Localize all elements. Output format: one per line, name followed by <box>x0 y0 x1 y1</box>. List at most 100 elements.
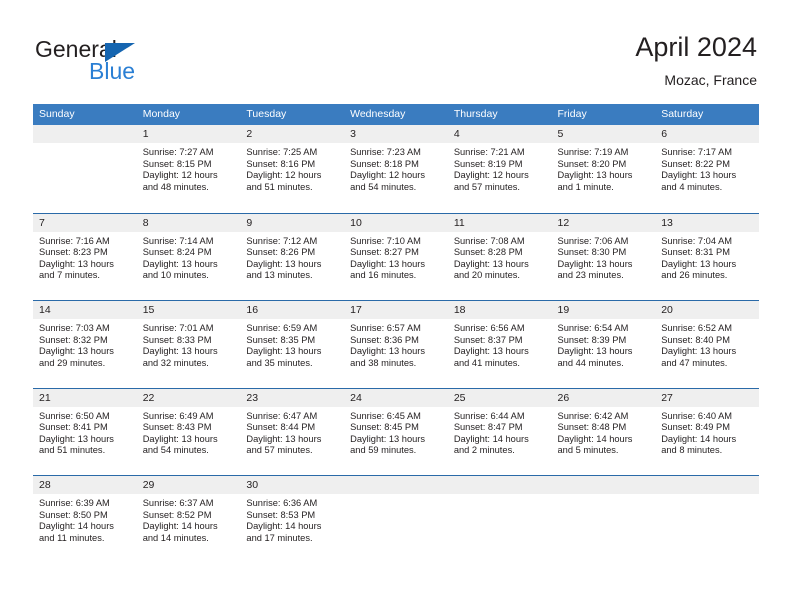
day-cell[interactable]: 1 Sunrise: 7:27 AM Sunset: 8:15 PM Daylight… <box>136 125 241 213</box>
day-cell[interactable]: 24 Sunrise: 6:45 AM Sunset: 8:45 PM Dayligh… <box>344 388 448 475</box>
day-detail-line: and 44 minutes. <box>557 357 624 368</box>
day-detail-line: Sunset: 8:41 PM <box>39 422 108 433</box>
day-cell[interactable]: 8 Sunrise: 7:14 AM Sunset: 8:24 PM Daylight… <box>136 213 241 300</box>
day-detail-line: Daylight: 14 hours <box>246 521 322 532</box>
day-cell[interactable]: 16 Sunrise: 6:59 AM Sunset: 8:35 PM Dayligh… <box>240 301 345 388</box>
day-cell-empty <box>33 125 137 213</box>
day-detail-line: Daylight: 13 hours <box>39 346 114 357</box>
day-detail-line: Daylight: 13 hours <box>246 433 322 444</box>
day-number: 12 <box>557 216 570 229</box>
day-detail-line: Sunset: 8:44 PM <box>246 422 316 433</box>
day-number-band: 13 <box>655 213 759 232</box>
day-detail-line: and 23 minutes. <box>557 270 624 281</box>
day-details: Sunrise: 6:47 AM Sunset: 8:44 PM Daylight:… <box>240 407 344 457</box>
day-number: 18 <box>453 304 466 316</box>
day-details: Sunrise: 7:08 AM Sunset: 8:28 PM Daylight:… <box>448 232 552 282</box>
day-number: 26 <box>557 391 570 404</box>
day-cell[interactable]: 2 Sunrise: 7:25 AM Sunset: 8:16 PM Daylight… <box>240 125 345 213</box>
day-cell[interactable]: 20 Sunrise: 6:52 AM Sunset: 8:40 PM Dayligh… <box>655 301 759 388</box>
day-cell[interactable]: 21 Sunrise: 6:50 AM Sunset: 8:41 PM Dayligh… <box>33 388 137 475</box>
weekday-header-wednesday: Wednesday <box>350 108 406 120</box>
day-number: 1 <box>142 128 149 140</box>
day-detail-line: Daylight: 14 hours <box>557 433 633 444</box>
day-details: Sunrise: 7:17 AM Sunset: 8:22 PM Daylight:… <box>655 143 759 193</box>
day-cell[interactable]: 17 Sunrise: 6:57 AM Sunset: 8:36 PM Dayligh… <box>344 301 448 388</box>
day-detail-line: Sunrise: 6:59 AM <box>246 323 318 333</box>
day-detail-line: Sunrise: 7:06 AM <box>557 235 629 246</box>
day-details: Sunrise: 6:40 AM Sunset: 8:49 PM Daylight:… <box>655 407 759 457</box>
day-detail-line: Sunset: 8:19 PM <box>453 158 523 169</box>
day-cell[interactable]: 29 Sunrise: 6:37 AM Sunset: 8:52 PM Dayligh… <box>136 476 241 563</box>
day-detail-line: and 2 minutes. <box>453 445 515 456</box>
day-number-band <box>33 125 137 143</box>
day-cell[interactable]: 23 Sunrise: 6:47 AM Sunset: 8:44 PM Dayligh… <box>240 388 345 475</box>
day-detail-line: Daylight: 13 hours <box>661 346 737 357</box>
day-details: Sunrise: 7:06 AM Sunset: 8:30 PM Daylight:… <box>552 232 656 282</box>
day-detail-line: Daylight: 13 hours <box>39 433 114 444</box>
day-cell[interactable]: 13 Sunrise: 7:04 AM Sunset: 8:31 PM Dayligh… <box>655 213 759 300</box>
day-cell[interactable]: 15 Sunrise: 7:01 AM Sunset: 8:33 PM Dayligh… <box>136 301 241 388</box>
day-cell[interactable]: 11 Sunrise: 7:08 AM Sunset: 8:28 PM Dayligh… <box>447 213 552 300</box>
day-number-band: 18 <box>447 301 552 319</box>
page-header: General Blue April 2024 Mozac, France <box>0 0 792 104</box>
day-details: Sunrise: 6:42 AM Sunset: 8:48 PM Daylight:… <box>552 407 656 457</box>
day-cell[interactable]: 27 Sunrise: 6:40 AM Sunset: 8:49 PM Dayligh… <box>655 388 759 475</box>
day-detail-line: and 7 minutes. <box>39 270 100 281</box>
day-number-band: 6 <box>655 125 759 143</box>
day-cell[interactable]: 9 Sunrise: 7:12 AM Sunset: 8:26 PM Daylight… <box>240 213 345 300</box>
general-blue-logo[interactable]: General Blue <box>35 36 255 86</box>
day-cell[interactable]: 25 Sunrise: 6:44 AM Sunset: 8:47 PM Dayligh… <box>447 388 552 475</box>
day-details: Sunrise: 7:27 AM Sunset: 8:15 PM Daylight:… <box>137 143 241 193</box>
day-number: 7 <box>39 216 45 229</box>
day-detail-line: and 57 minutes. <box>246 445 313 456</box>
day-number-band: 15 <box>136 301 241 319</box>
day-detail-line: Sunset: 8:18 PM <box>350 158 419 169</box>
day-cell[interactable]: 4 Sunrise: 7:21 AM Sunset: 8:19 PM Daylight… <box>447 125 552 213</box>
page-title: April 2024 <box>635 32 757 62</box>
day-cell[interactable]: 14 Sunrise: 7:03 AM Sunset: 8:32 PM Dayligh… <box>33 301 137 388</box>
day-number-band: 27 <box>655 388 759 407</box>
day-cell[interactable]: 10 Sunrise: 7:10 AM Sunset: 8:27 PM Dayligh… <box>344 213 448 300</box>
day-details: Sunrise: 6:56 AM Sunset: 8:37 PM Daylight:… <box>448 319 552 369</box>
day-number: 6 <box>661 128 668 140</box>
day-detail-line: Sunrise: 6:49 AM <box>142 410 214 421</box>
day-number-band: 9 <box>240 213 345 232</box>
day-number-band: 8 <box>136 213 241 232</box>
weekday-header-tuesday: Tuesday <box>246 108 287 120</box>
day-detail-line: Daylight: 13 hours <box>246 346 322 357</box>
day-cell[interactable]: 3 Sunrise: 7:23 AM Sunset: 8:18 PM Daylight… <box>344 125 448 213</box>
day-number: 28 <box>39 479 51 491</box>
title-block: April 2024 Mozac, France <box>635 32 757 88</box>
day-cell[interactable]: 26 Sunrise: 6:42 AM Sunset: 8:48 PM Dayligh… <box>551 388 656 475</box>
logo-text-blue: Blue <box>89 58 136 84</box>
day-cell[interactable]: 6 Sunrise: 7:17 AM Sunset: 8:22 PM Daylight… <box>655 125 759 213</box>
day-detail-line: and 35 minutes. <box>246 357 313 368</box>
day-details: Sunrise: 7:10 AM Sunset: 8:27 PM Daylight:… <box>344 232 448 282</box>
day-detail-line: and 8 minutes. <box>661 445 723 456</box>
day-details: Sunrise: 6:50 AM Sunset: 8:41 PM Daylight:… <box>33 407 137 457</box>
day-detail-line: Sunset: 8:31 PM <box>661 247 730 258</box>
day-cell[interactable]: 19 Sunrise: 6:54 AM Sunset: 8:39 PM Dayligh… <box>551 301 656 388</box>
day-cell[interactable]: 7 Sunrise: 7:16 AM Sunset: 8:23 PM Daylight… <box>33 213 137 300</box>
day-cell[interactable]: 12 Sunrise: 7:06 AM Sunset: 8:30 PM Dayligh… <box>551 213 656 300</box>
day-detail-line: and 4 minutes. <box>661 181 723 192</box>
day-detail-line: Sunset: 8:24 PM <box>142 247 212 258</box>
day-detail-line: Sunrise: 6:44 AM <box>453 410 525 421</box>
day-detail-line: Sunrise: 7:08 AM <box>453 235 525 246</box>
day-detail-line: Sunset: 8:43 PM <box>142 422 212 433</box>
day-number: 13 <box>661 216 673 229</box>
day-detail-line: Sunrise: 6:56 AM <box>453 323 525 333</box>
day-detail-line: Daylight: 12 hours <box>246 170 322 181</box>
day-detail-line: and 1 minute. <box>557 181 614 192</box>
day-details: Sunrise: 7:25 AM Sunset: 8:16 PM Daylight:… <box>240 143 344 193</box>
day-cell[interactable]: 28 Sunrise: 6:39 AM Sunset: 8:50 PM Dayligh… <box>33 476 137 563</box>
day-detail-line: Daylight: 14 hours <box>661 433 737 444</box>
day-cell[interactable]: 18 Sunrise: 6:56 AM Sunset: 8:37 PM Dayligh… <box>447 301 552 388</box>
day-cell[interactable]: 30 Sunrise: 6:36 AM Sunset: 8:53 PM Dayligh… <box>240 476 345 563</box>
day-number-band: 11 <box>447 213 552 232</box>
day-number: 27 <box>661 391 673 404</box>
day-cell[interactable]: 22 Sunrise: 6:49 AM Sunset: 8:43 PM Dayligh… <box>136 388 241 475</box>
day-detail-line: Sunrise: 6:40 AM <box>661 410 733 421</box>
day-detail-line: Daylight: 13 hours <box>557 346 633 357</box>
day-cell[interactable]: 5 Sunrise: 7:19 AM Sunset: 8:20 PM Daylight… <box>551 125 656 213</box>
